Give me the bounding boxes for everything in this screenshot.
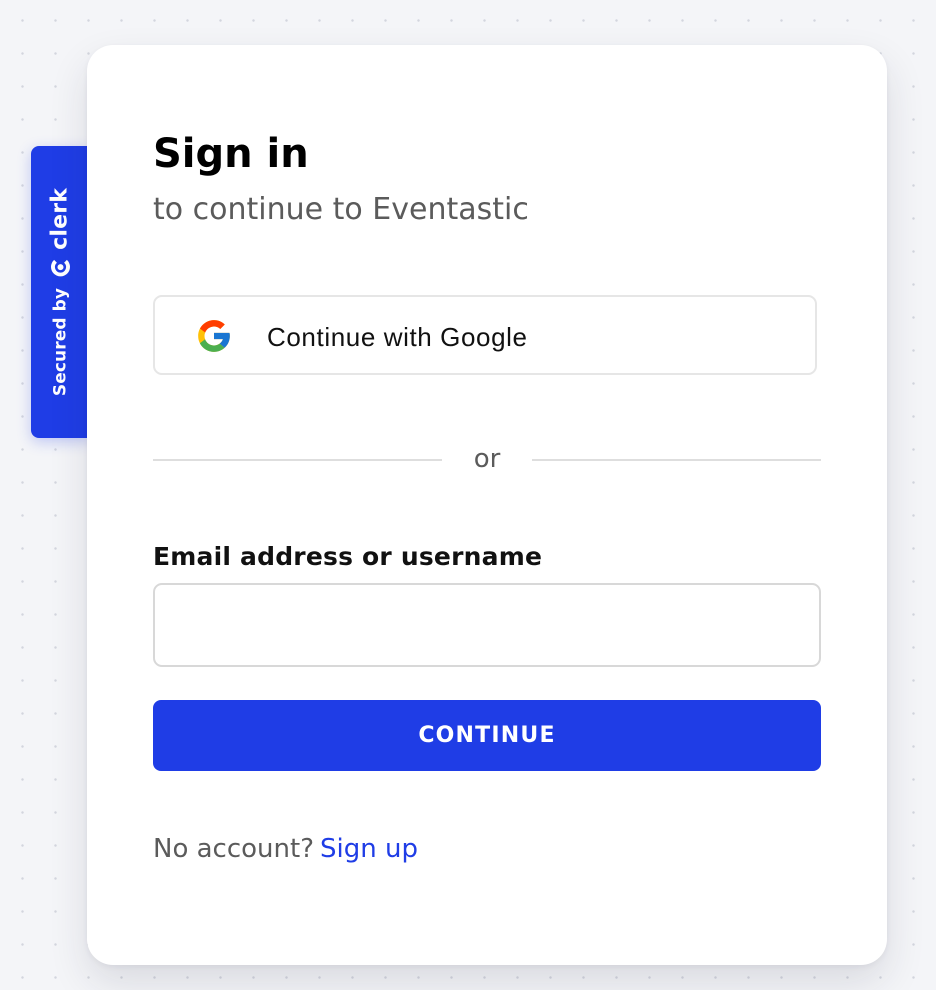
clerk-logo: clerk — [48, 188, 73, 279]
page-title: Sign in — [153, 131, 309, 177]
google-button-label: Continue with Google — [267, 322, 528, 352]
continue-with-google-button[interactable]: Continue with Google — [153, 295, 817, 375]
sign-in-card: Sign in to continue to Eventastic Contin… — [87, 45, 887, 965]
email-field[interactable] — [153, 583, 821, 667]
sign-up-prompt: No account? Sign up — [153, 831, 418, 867]
page-subtitle: to continue to Eventastic — [153, 192, 529, 227]
clerk-logo-icon — [50, 259, 70, 277]
divider-line-right — [532, 459, 821, 461]
or-divider: or — [153, 435, 821, 485]
secured-by-label: Secured by — [50, 287, 70, 397]
google-g-icon — [198, 320, 230, 352]
badge-content: Secured by clerk — [48, 188, 73, 396]
email-field-label: Email address or username — [153, 542, 543, 571]
continue-button[interactable]: CONTINUE — [153, 700, 821, 771]
secured-by-clerk-badge[interactable]: Secured by clerk — [31, 146, 91, 438]
sign-up-link[interactable]: Sign up — [320, 834, 418, 864]
no-account-text: No account? — [153, 834, 315, 864]
clerk-brand-text: clerk — [47, 187, 73, 250]
